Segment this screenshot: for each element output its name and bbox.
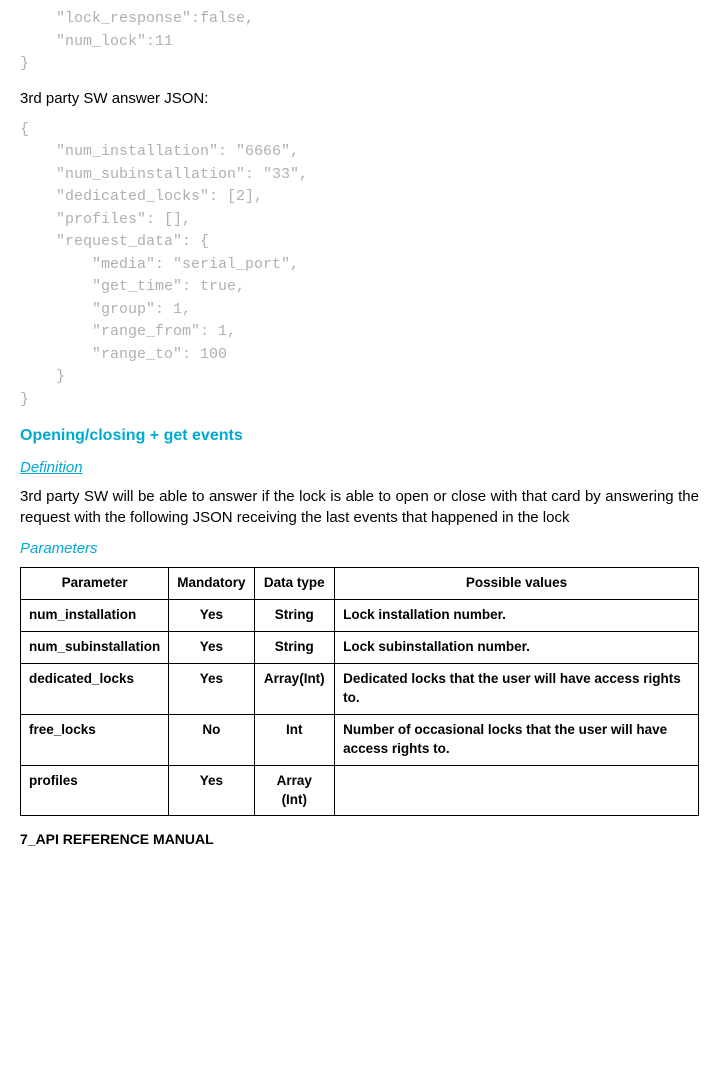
cell-possible: Dedicated locks that the user will have …	[335, 664, 699, 715]
code-snippet-answer: { "num_installation": "6666", "num_subin…	[20, 119, 699, 412]
cell-mandatory: Yes	[169, 765, 254, 816]
table-body: num_installationYesStringLock installati…	[21, 600, 699, 816]
cell-mandatory: Yes	[169, 632, 254, 664]
cell-parameter: profiles	[21, 765, 169, 816]
cell-mandatory: Yes	[169, 664, 254, 715]
answer-json-label: 3rd party SW answer JSON:	[20, 88, 699, 109]
section-heading-opening-closing: Opening/closing + get events	[20, 425, 699, 447]
cell-possible: Lock installation number.	[335, 600, 699, 632]
cell-possible	[335, 765, 699, 816]
cell-mandatory: Yes	[169, 600, 254, 632]
table-row: num_subinstallationYesStringLock subinst…	[21, 632, 699, 664]
table-row: num_installationYesStringLock installati…	[21, 600, 699, 632]
cell-datatype: Array(Int)	[254, 664, 335, 715]
cell-possible: Number of occasional locks that the user…	[335, 714, 699, 765]
table-row: profilesYesArray (Int)	[21, 765, 699, 816]
th-datatype: Data type	[254, 568, 335, 600]
cell-parameter: num_subinstallation	[21, 632, 169, 664]
code-snippet-top: "lock_response":false, "num_lock":11 }	[20, 8, 699, 76]
th-mandatory: Mandatory	[169, 568, 254, 600]
definition-label: Definition	[20, 457, 699, 478]
cell-datatype: String	[254, 600, 335, 632]
cell-datatype: Int	[254, 714, 335, 765]
parameters-table: Parameter Mandatory Data type Possible v…	[20, 567, 699, 816]
table-row: dedicated_locksYesArray(Int)Dedicated lo…	[21, 664, 699, 715]
cell-datatype: Array (Int)	[254, 765, 335, 816]
cell-possible: Lock subinstallation number.	[335, 632, 699, 664]
parameters-label: Parameters	[20, 538, 699, 559]
th-parameter: Parameter	[21, 568, 169, 600]
definition-text: 3rd party SW will be able to answer if t…	[20, 486, 699, 528]
table-header-row: Parameter Mandatory Data type Possible v…	[21, 568, 699, 600]
cell-parameter: dedicated_locks	[21, 664, 169, 715]
th-possible: Possible values	[335, 568, 699, 600]
cell-parameter: free_locks	[21, 714, 169, 765]
cell-mandatory: No	[169, 714, 254, 765]
cell-parameter: num_installation	[21, 600, 169, 632]
footer-text: 7_API REFERENCE MANUAL	[20, 830, 699, 850]
table-row: free_locksNoIntNumber of occasional lock…	[21, 714, 699, 765]
cell-datatype: String	[254, 632, 335, 664]
